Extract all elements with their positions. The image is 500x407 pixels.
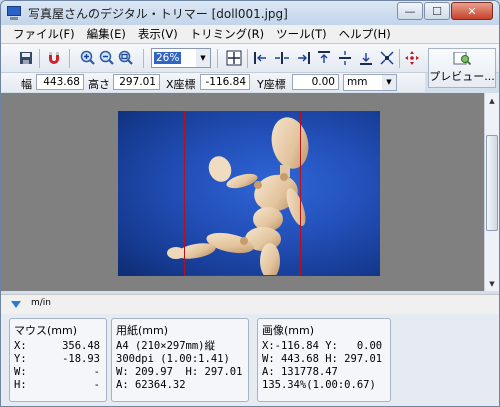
menu-help[interactable]: ヘルプ(H) bbox=[333, 26, 397, 42]
menu-trimming[interactable]: トリミング(R) bbox=[184, 26, 270, 42]
scroll-down-icon[interactable]: ▼ bbox=[485, 276, 499, 291]
collapse-triangle-icon[interactable] bbox=[11, 301, 21, 309]
paper-wh-row: W: 209.97 H: 297.01 bbox=[116, 366, 243, 378]
zoom-fit-icon[interactable] bbox=[117, 49, 135, 67]
vertical-scrollbar[interactable]: ▲ ▼ bbox=[484, 93, 499, 291]
image-scale-row: 135.34%(1.00:0.67) bbox=[262, 379, 376, 391]
scroll-up-icon[interactable]: ▲ bbox=[485, 93, 499, 108]
align-hcenter-icon[interactable] bbox=[273, 49, 291, 67]
mouse-panel: マウス(mm) X: 356.48 Y: -18.93 W: - H: - bbox=[9, 318, 107, 402]
maximize-button[interactable]: ☐ bbox=[424, 2, 450, 20]
main-toolbar: 26% ▼ bbox=[1, 44, 499, 73]
height-label: 高さ bbox=[88, 78, 110, 91]
dimension-toolbar: 幅 443.68 高さ 297.01 X座標 -116.84 Y座標 0.00 … bbox=[1, 73, 425, 92]
height-field[interactable]: 297.01 bbox=[113, 74, 160, 90]
app-icon bbox=[7, 5, 23, 21]
x-coord-field[interactable]: -116.84 bbox=[200, 74, 250, 90]
paper-area-row: A: 62364.32 bbox=[116, 379, 186, 391]
mouse-panel-title: マウス(mm) bbox=[14, 324, 78, 337]
align-right-icon[interactable] bbox=[294, 49, 312, 67]
mouse-y-row: Y: -18.93 bbox=[14, 353, 100, 365]
mouse-h-row: H: - bbox=[14, 379, 100, 391]
zoom-value: 26% bbox=[154, 52, 182, 64]
zoom-out-icon[interactable] bbox=[98, 49, 116, 67]
center-icon[interactable] bbox=[225, 49, 243, 67]
unit-toggle-button[interactable]: m/in bbox=[31, 298, 51, 308]
image-area-row: A: 131778.47 bbox=[262, 366, 338, 378]
close-button[interactable]: ✕ bbox=[451, 2, 493, 20]
info-panel: マウス(mm) X: 356.48 Y: -18.93 W: - H: - 用紙(mm)… bbox=[1, 314, 499, 406]
x-coord-label: X座標 bbox=[166, 78, 196, 91]
align-vcenter-icon[interactable] bbox=[336, 49, 354, 67]
paper-panel: 用紙(mm) A4 (210×297mm)縦 300dpi (1.00:1.41… bbox=[111, 318, 249, 402]
mouse-w-row: W: - bbox=[14, 366, 100, 378]
width-field[interactable]: 443.68 bbox=[36, 74, 84, 90]
y-coord-field[interactable]: 0.00 bbox=[292, 74, 339, 90]
width-label: 幅 bbox=[21, 78, 32, 91]
paper-size-row: A4 (210×297mm)縦 bbox=[116, 340, 216, 352]
paper-dpi-row: 300dpi (1.00:1.41) bbox=[116, 353, 230, 365]
menu-tools[interactable]: ツール(T) bbox=[270, 26, 333, 42]
menu-bar: ファイル(F) 編集(E) 表示(V) トリミング(R) ツール(T) ヘルプ(… bbox=[1, 25, 499, 44]
align-bottom-icon[interactable] bbox=[357, 49, 375, 67]
scroll-thumb[interactable] bbox=[486, 135, 498, 231]
image-wh-row: W: 443.68 H: 297.01 bbox=[262, 353, 383, 365]
save-icon[interactable] bbox=[17, 49, 35, 67]
align-top-icon[interactable] bbox=[315, 49, 333, 67]
menu-view[interactable]: 表示(V) bbox=[132, 26, 184, 42]
expand-icon[interactable] bbox=[378, 49, 396, 67]
unit-select[interactable]: mm ▼ bbox=[343, 74, 397, 91]
paper-panel-title: 用紙(mm) bbox=[116, 324, 169, 337]
preview-icon bbox=[451, 51, 473, 66]
image-xy-row: X:-116.84 Y: 0.00 bbox=[262, 340, 383, 352]
info-bar-header: m/in bbox=[1, 294, 499, 314]
zoom-in-icon[interactable] bbox=[79, 49, 97, 67]
menu-file[interactable]: ファイル(F) bbox=[7, 26, 81, 42]
image-panel: 画像(mm) X:-116.84 Y: 0.00 W: 443.68 H: 29… bbox=[257, 318, 391, 402]
image-panel-title: 画像(mm) bbox=[262, 324, 315, 337]
preview-label: プレビュー... bbox=[429, 70, 495, 83]
crop-frame[interactable] bbox=[184, 111, 301, 276]
title-bar[interactable]: 写真屋さんのデジタル・トリマー [doll001.jpg] — ☐ ✕ bbox=[1, 1, 499, 25]
chevron-down-icon[interactable]: ▼ bbox=[382, 75, 396, 90]
window-title: 写真屋さんのデジタル・トリマー [doll001.jpg] bbox=[28, 6, 288, 21]
preview-button[interactable]: プレビュー... bbox=[428, 48, 496, 88]
mouse-x-row: X: 356.48 bbox=[14, 340, 100, 352]
chevron-down-icon[interactable]: ▼ bbox=[196, 49, 210, 67]
menu-edit[interactable]: 編集(E) bbox=[81, 26, 132, 42]
zoom-select[interactable]: 26% ▼ bbox=[151, 48, 211, 68]
unit-value: mm bbox=[347, 76, 368, 88]
magnet-icon[interactable] bbox=[45, 49, 63, 67]
y-coord-label: Y座標 bbox=[257, 78, 286, 91]
app-window: 写真屋さんのデジタル・トリマー [doll001.jpg] — ☐ ✕ ファイル… bbox=[0, 0, 500, 407]
move-icon[interactable] bbox=[403, 49, 421, 67]
align-left-icon[interactable] bbox=[252, 49, 270, 67]
minimize-button[interactable]: — bbox=[397, 2, 423, 20]
